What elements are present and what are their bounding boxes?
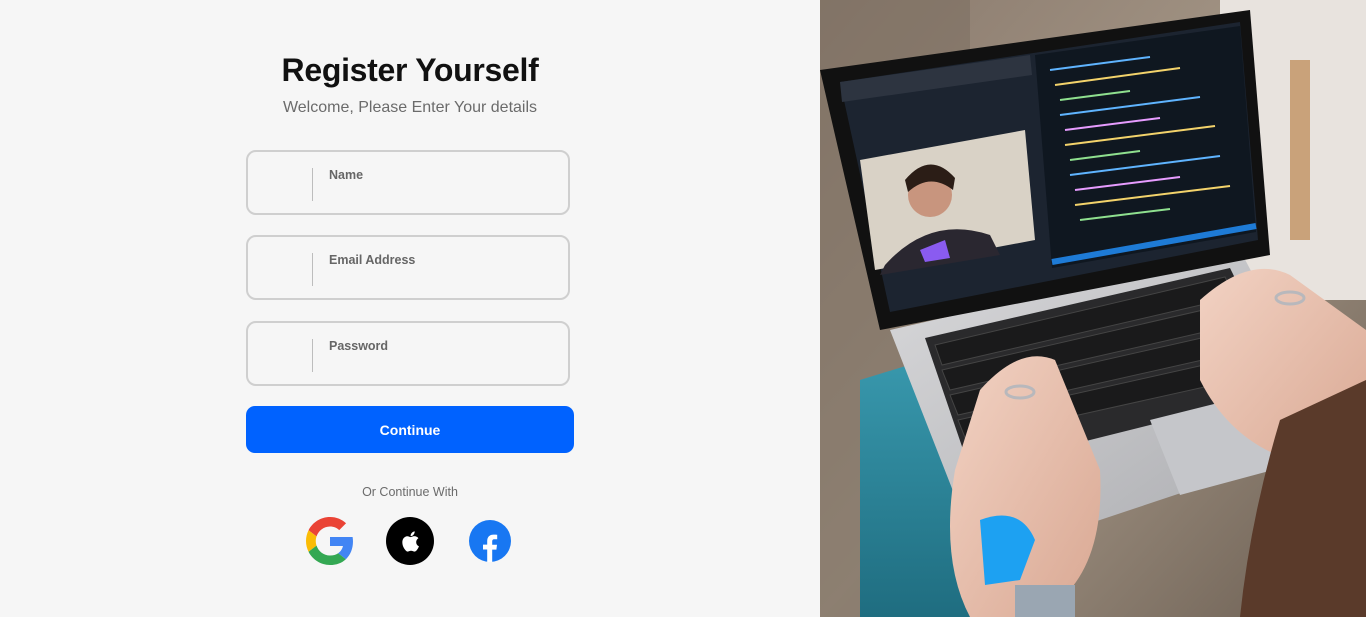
name-input[interactable] bbox=[329, 186, 553, 208]
laptop-photo-illustration bbox=[820, 0, 1366, 617]
apple-icon bbox=[386, 517, 434, 565]
hero-photo bbox=[820, 0, 1366, 617]
registration-panel: Register Yourself Welcome, Please Enter … bbox=[0, 0, 820, 617]
password-label: Password bbox=[329, 339, 389, 353]
name-label: Name bbox=[329, 168, 364, 182]
google-icon bbox=[306, 517, 353, 565]
name-field[interactable]: Name bbox=[246, 150, 570, 215]
email-input[interactable] bbox=[329, 271, 553, 293]
password-input[interactable] bbox=[329, 357, 553, 379]
page-title: Register Yourself bbox=[281, 52, 539, 88]
continue-button[interactable]: Continue bbox=[246, 406, 574, 453]
or-continue-with-text: Or Continue With bbox=[362, 485, 458, 499]
page-subtitle: Welcome, Please Enter Your details bbox=[282, 99, 538, 116]
apple-login-button[interactable] bbox=[386, 517, 434, 565]
facebook-login-button[interactable] bbox=[466, 517, 514, 565]
email-label: Email Address bbox=[329, 253, 416, 267]
field-divider bbox=[312, 168, 313, 201]
password-field[interactable]: Password bbox=[246, 321, 570, 386]
google-login-button[interactable] bbox=[306, 517, 354, 565]
email-field[interactable]: Email Address bbox=[246, 235, 570, 300]
facebook-icon bbox=[469, 520, 511, 562]
field-divider bbox=[312, 253, 313, 286]
field-divider bbox=[312, 339, 313, 372]
